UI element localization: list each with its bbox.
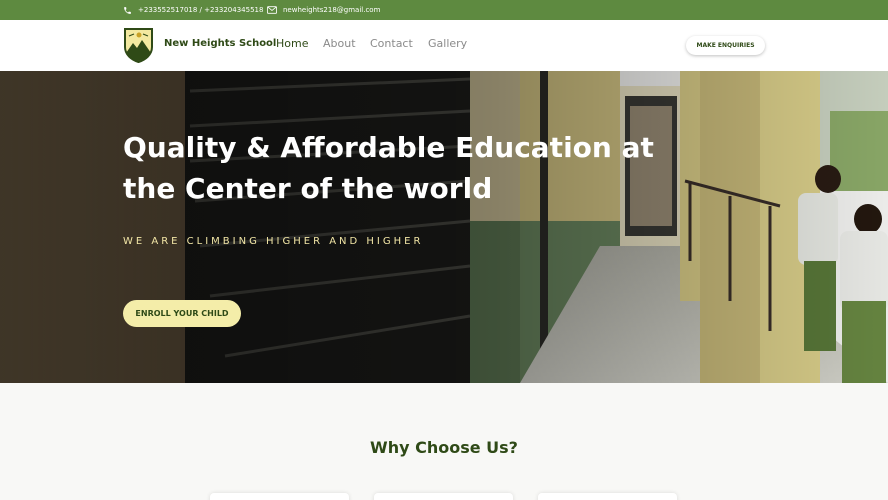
nav-about[interactable]: About bbox=[323, 37, 356, 50]
school-name[interactable]: New Heights School bbox=[164, 38, 276, 49]
hero-title: Quality & Affordable Education at the Ce… bbox=[123, 131, 654, 205]
nav-contact[interactable]: Contact bbox=[370, 37, 413, 50]
feature-card bbox=[210, 493, 349, 500]
hero-background-image bbox=[0, 71, 888, 383]
school-logo-icon[interactable] bbox=[123, 27, 154, 64]
top-contact-bar: +233552517018 / +233204345518 newheights… bbox=[0, 0, 888, 20]
email-contact[interactable]: newheights218@gmail.com bbox=[267, 0, 380, 20]
hero-subtitle: WE ARE CLIMBING HIGHER AND HIGHER bbox=[123, 236, 424, 247]
hero-section: Quality & Affordable Education at the Ce… bbox=[0, 71, 888, 383]
phone-contact[interactable]: +233552517018 / +233204345518 bbox=[123, 0, 263, 20]
site-header: New Heights School Home About Contact Ga… bbox=[0, 20, 888, 71]
email-address: newheights218@gmail.com bbox=[283, 6, 381, 14]
nav-gallery[interactable]: Gallery bbox=[428, 37, 467, 50]
phone-numbers: +233552517018 / +233204345518 bbox=[138, 6, 264, 14]
section-title: Why Choose Us? bbox=[370, 438, 518, 457]
enroll-child-button[interactable]: ENROLL YOUR CHILD bbox=[123, 300, 241, 327]
why-choose-us-section: Why Choose Us? bbox=[0, 383, 888, 500]
mail-icon bbox=[267, 6, 277, 14]
nav-home[interactable]: Home bbox=[276, 37, 308, 50]
make-enquiries-button[interactable]: MAKE ENQUIRIES bbox=[686, 36, 765, 55]
phone-icon bbox=[123, 6, 132, 15]
feature-card bbox=[538, 493, 677, 500]
feature-card bbox=[374, 493, 513, 500]
